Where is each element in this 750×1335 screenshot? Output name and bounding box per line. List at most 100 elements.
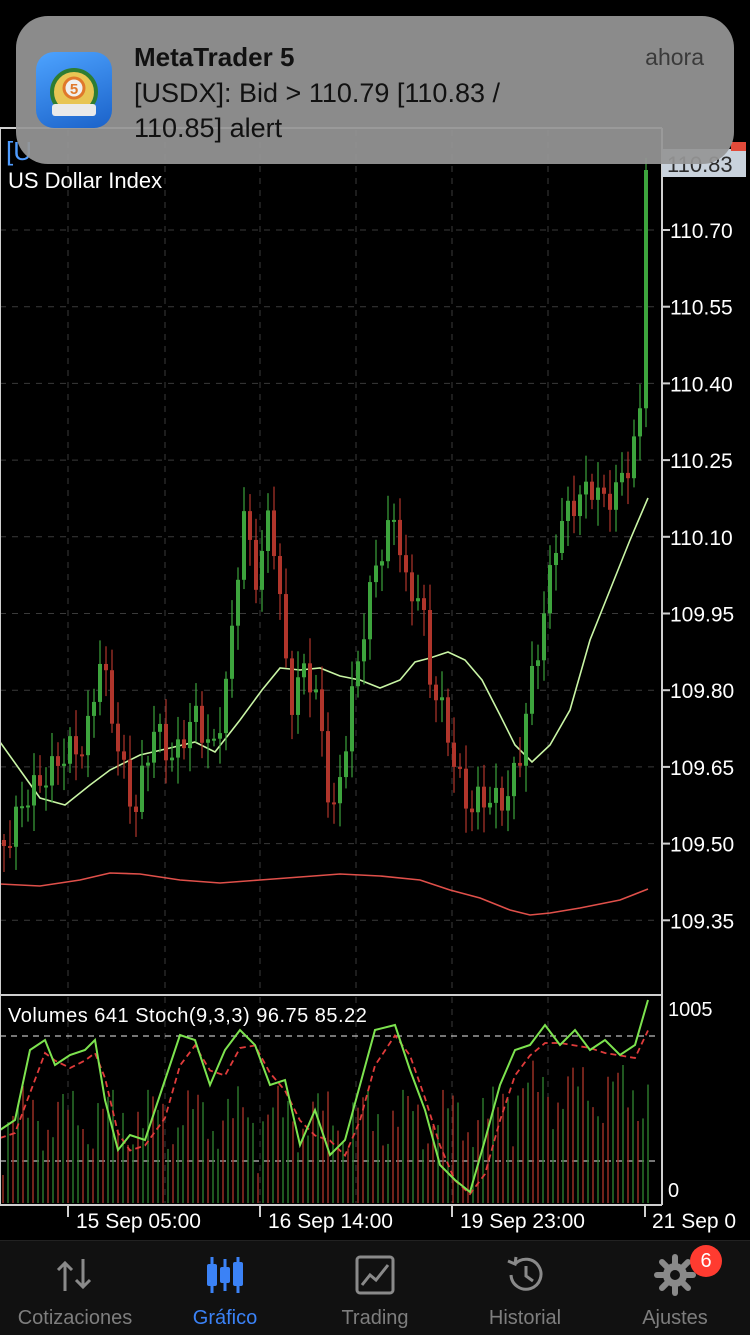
tab-trading[interactable]: Trading xyxy=(300,1241,450,1335)
candle-body xyxy=(62,763,66,766)
candle-body xyxy=(380,561,384,566)
candle-body xyxy=(68,736,72,764)
price-tick-label: 109.95 xyxy=(670,604,734,627)
candle-body xyxy=(254,539,258,590)
chart-area[interactable]: [U US Dollar Index 110.83 Volumes 641 St… xyxy=(0,0,750,1240)
indicator-scale-bottom: 0 xyxy=(668,1180,679,1202)
candle-body xyxy=(422,598,426,610)
price-tick-label: 109.50 xyxy=(670,834,734,857)
candle-body xyxy=(320,689,324,732)
candle-body xyxy=(608,493,612,510)
candle-body xyxy=(536,660,540,666)
candle-body xyxy=(290,658,294,715)
price-tick-label: 109.35 xyxy=(670,910,734,933)
trading-chart-icon xyxy=(355,1255,395,1295)
candle-body xyxy=(122,751,126,760)
tab-label: Ajustes xyxy=(642,1307,708,1329)
tab-grafico[interactable]: Gráfico xyxy=(150,1241,300,1335)
candle-body xyxy=(446,697,450,743)
candle-body xyxy=(620,472,624,483)
time-tick-label: 15 Sep 05:00 xyxy=(76,1210,201,1233)
price-axis: 110.70 110.55 110.40 110.25 110.10 109.95 109.… xyxy=(662,220,734,933)
candle-body xyxy=(542,613,546,661)
candle-body xyxy=(464,768,468,809)
price-tick-label: 110.70 xyxy=(670,220,733,243)
stoch-main-line xyxy=(0,999,649,1194)
candle-body xyxy=(308,663,312,693)
candle-body xyxy=(98,663,102,702)
candle-body xyxy=(482,786,486,808)
candle-body xyxy=(188,721,192,749)
notification-time: ahora xyxy=(645,44,704,70)
candle-body xyxy=(164,723,168,761)
candle-body xyxy=(416,598,420,602)
current-price-marker xyxy=(731,142,746,151)
candle-body xyxy=(374,565,378,583)
candle-body xyxy=(158,723,162,732)
tab-cotizaciones[interactable]: Cotizaciones xyxy=(0,1241,150,1335)
candle-body xyxy=(116,723,120,752)
candle-body xyxy=(134,806,138,812)
candle-body xyxy=(512,762,516,797)
price-chart[interactable]: [U US Dollar Index 110.83 Volumes 641 St… xyxy=(0,0,750,1240)
candle-body xyxy=(272,510,276,557)
candle-body xyxy=(278,556,282,595)
candle-body xyxy=(170,757,174,761)
candle-body xyxy=(434,684,438,701)
time-tick-label: 21 Sep 0 xyxy=(652,1210,736,1233)
candle-body xyxy=(338,777,342,804)
candle-body xyxy=(182,739,186,749)
candle-body xyxy=(572,500,576,517)
candlestick-chart-icon xyxy=(207,1257,243,1293)
candle-body xyxy=(590,481,594,500)
candle-body xyxy=(104,663,108,671)
candle-body xyxy=(548,565,552,614)
tab-bar: Cotizaciones Gráfico Trading Historial 6… xyxy=(0,1240,750,1335)
indicator-label: Volumes 641 Stoch(9,3,3) 96.75 85.22 xyxy=(8,1005,367,1027)
candle-body xyxy=(392,519,396,522)
candle-body xyxy=(494,787,498,803)
candle-body xyxy=(32,775,36,806)
candle-body xyxy=(86,715,90,756)
candle-body xyxy=(332,802,336,805)
candle-body xyxy=(2,840,6,846)
ma-fast-line xyxy=(0,497,649,806)
candle-body xyxy=(152,731,156,763)
candle-body xyxy=(92,701,96,716)
candle-body xyxy=(284,594,288,659)
candle-body xyxy=(260,550,264,590)
candle-body xyxy=(440,697,444,701)
candle-body xyxy=(350,686,354,752)
candle-body xyxy=(20,806,24,809)
candle-body xyxy=(242,511,246,580)
alert-notification[interactable]: 5 MetaTrader 5 ahora [USDX]: Bid > 110.7… xyxy=(16,16,734,164)
candle-body xyxy=(602,487,606,494)
tab-ajustes[interactable]: 6 Ajustes xyxy=(600,1241,750,1335)
notification-message: [USDX]: Bid > 110.79 [110.83 / 110.85] a… xyxy=(134,78,500,143)
candle-body xyxy=(80,754,84,757)
candle-body xyxy=(368,582,372,640)
candle-body xyxy=(56,756,60,766)
candle-body xyxy=(326,731,330,803)
candle-body xyxy=(128,759,132,807)
time-tick-label: 19 Sep 23:00 xyxy=(460,1210,585,1233)
candle-body xyxy=(74,736,78,755)
candle-body xyxy=(488,802,492,808)
ma-slow-line xyxy=(0,872,649,916)
candle-body xyxy=(506,796,510,811)
candle-body xyxy=(146,762,150,766)
settings-badge: 6 xyxy=(690,1245,722,1277)
price-tick-label: 110.25 xyxy=(670,450,733,473)
candle-body xyxy=(428,609,432,685)
candle-body xyxy=(524,713,528,766)
candle-body xyxy=(44,785,48,788)
candle-body xyxy=(218,733,222,739)
history-clock-icon xyxy=(507,1256,543,1291)
tab-label: Gráfico xyxy=(192,1307,258,1329)
candlesticks xyxy=(2,157,648,872)
candle-body xyxy=(194,705,198,722)
tab-label: Cotizaciones xyxy=(17,1307,133,1329)
price-tick-label: 110.55 xyxy=(670,297,733,320)
tab-historial[interactable]: Historial xyxy=(450,1241,600,1335)
candle-body xyxy=(230,625,234,679)
